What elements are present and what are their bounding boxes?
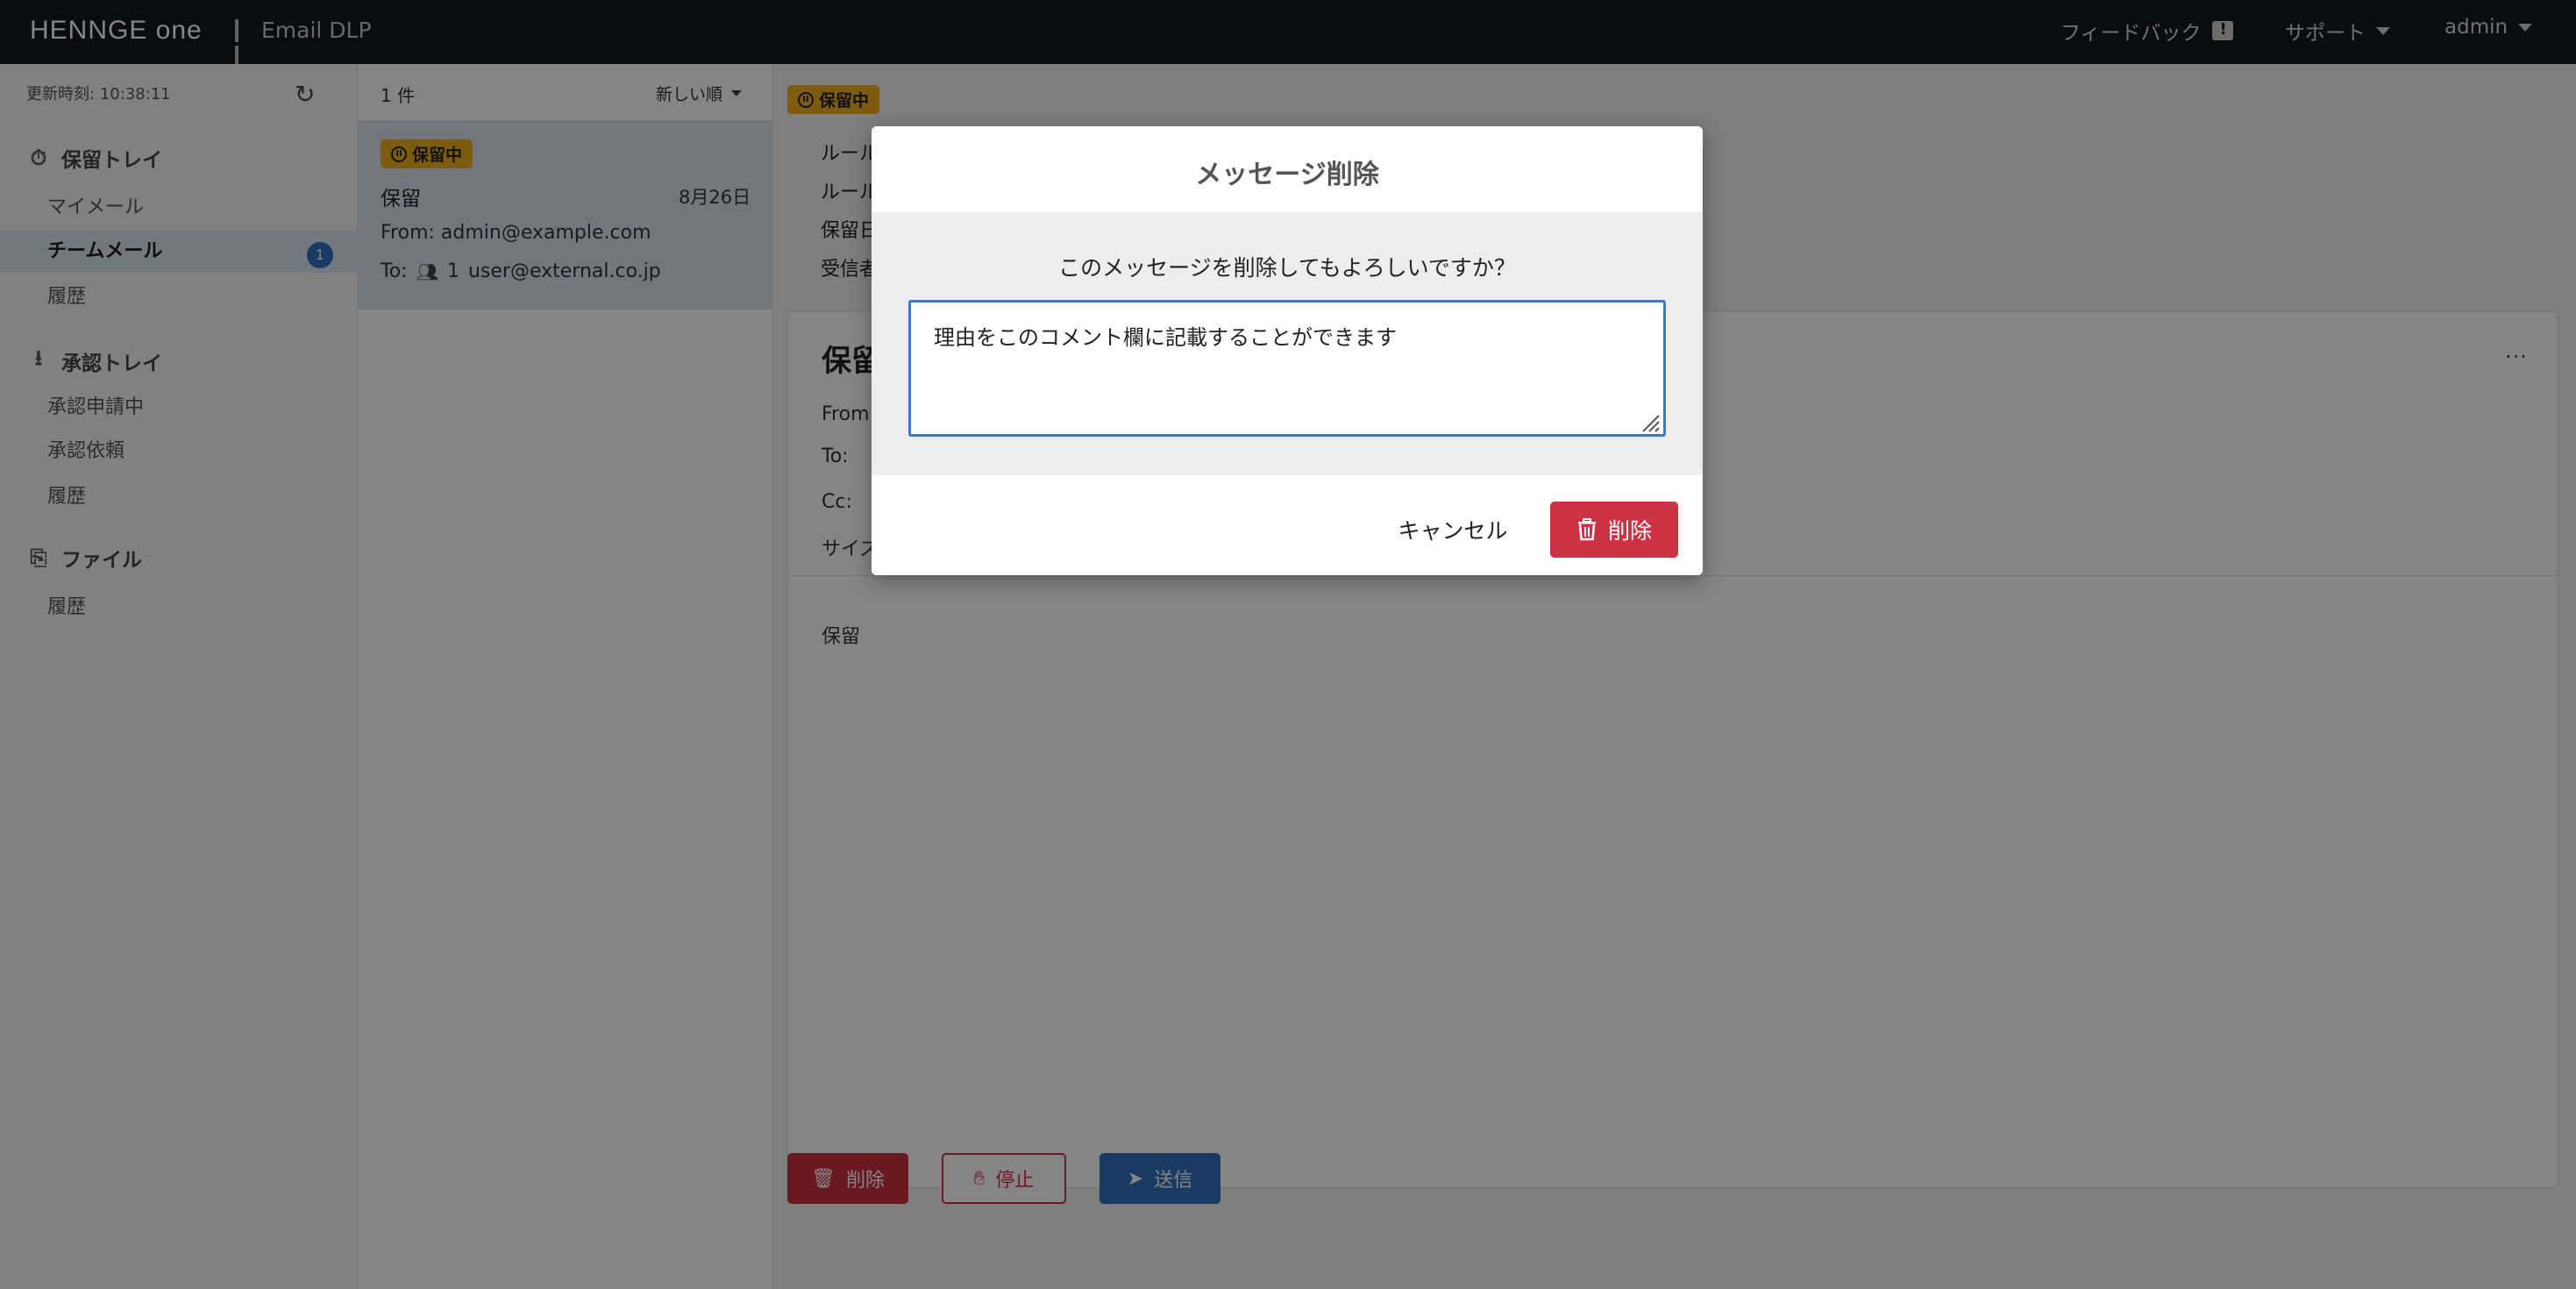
dialog-footer: キャンセル 削除 — [872, 475, 1703, 575]
dialog-body: このメッセージを削除してもよろしいですか？ — [872, 212, 1703, 475]
dialog-question: このメッセージを削除してもよろしいですか？ — [1058, 255, 1516, 281]
dialog-title: メッセージ削除 — [1195, 160, 1379, 190]
comment-field[interactable] — [908, 300, 1666, 437]
confirm-delete-button[interactable]: 削除 — [1550, 502, 1678, 558]
dialog-header: メッセージ削除 — [872, 126, 1703, 212]
resize-grip-icon[interactable] — [1640, 412, 1661, 433]
cancel-button[interactable]: キャンセル — [1391, 502, 1515, 558]
confirm-delete-label: 削除 — [1607, 518, 1652, 544]
delete-message-dialog: メッセージ削除 このメッセージを削除してもよろしいですか？ キャンセル 削除 — [872, 126, 1703, 575]
trash-icon — [1577, 518, 1596, 541]
